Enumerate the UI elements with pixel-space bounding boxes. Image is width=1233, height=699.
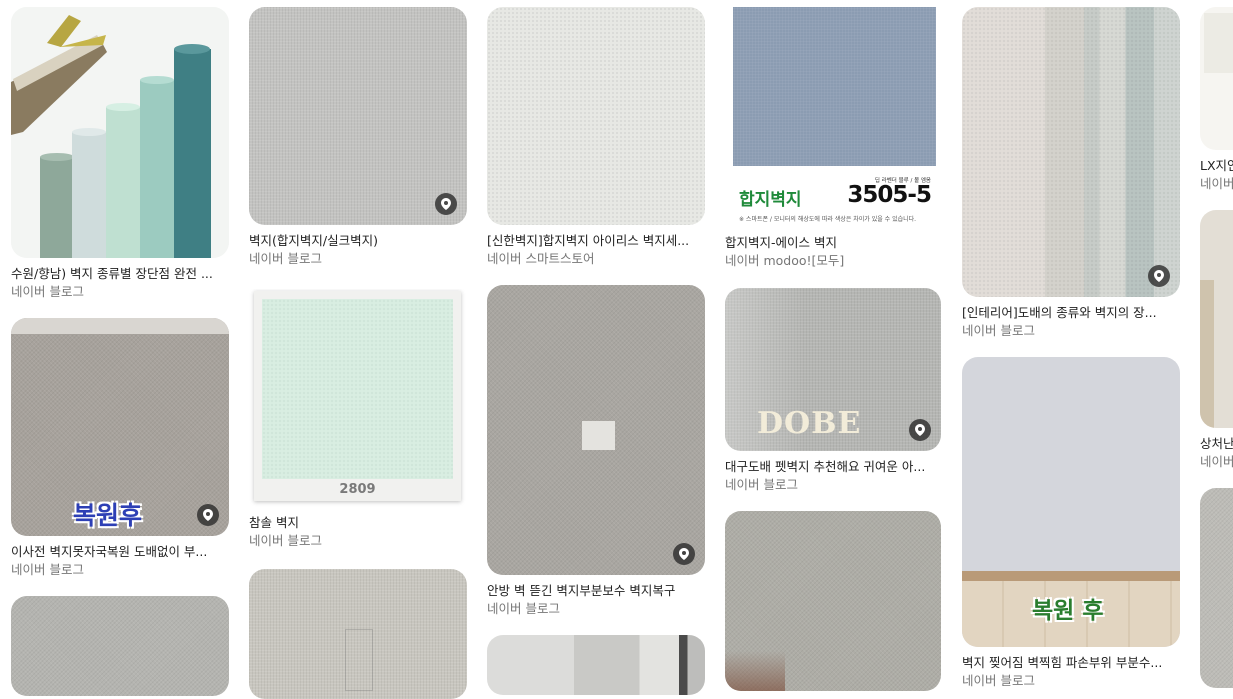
result-image[interactable] bbox=[11, 596, 229, 696]
result-card-2[interactable]: 벽지(합지벽지/실크벽지) 네이버 블로그 bbox=[249, 7, 467, 267]
wallpaper-rolls-illustration bbox=[11, 7, 229, 258]
window-frame bbox=[1200, 280, 1214, 428]
patch-outline bbox=[345, 629, 373, 691]
result-card-12[interactable]: 상처난... 네이버... bbox=[1200, 210, 1233, 470]
result-source[interactable]: 네이버 블로그 bbox=[487, 601, 705, 617]
swatch-frame: 2809 bbox=[254, 291, 461, 501]
result-source[interactable]: 네이버... bbox=[1200, 176, 1233, 192]
result-title[interactable]: 수원/향남) 벽지 종류별 장단점 완전 ... bbox=[11, 266, 229, 282]
overlay-text-restored: 복원 후 bbox=[1032, 598, 1104, 624]
swatch-blue bbox=[733, 7, 936, 166]
result-title[interactable]: LX지인... bbox=[1200, 158, 1233, 174]
result-card-5[interactable]: [인테리어]도배의 종류와 벽지의 장... 네이버 블로그 bbox=[962, 7, 1180, 339]
result-card-13[interactable] bbox=[11, 596, 229, 696]
product-code: 3505-5 bbox=[847, 182, 932, 208]
result-image[interactable]: 2809 bbox=[249, 289, 467, 507]
hand-shadow bbox=[725, 651, 785, 691]
map-pin-icon[interactable] bbox=[197, 504, 219, 526]
result-source[interactable]: 네이버... bbox=[1200, 454, 1233, 470]
ceiling-strip bbox=[11, 318, 229, 334]
result-image[interactable] bbox=[725, 511, 941, 691]
result-card-15[interactable] bbox=[487, 635, 705, 695]
result-image[interactable] bbox=[249, 7, 467, 225]
result-image[interactable] bbox=[487, 285, 705, 575]
result-card-14[interactable] bbox=[249, 569, 467, 699]
map-pin-icon[interactable] bbox=[435, 193, 457, 215]
result-source[interactable]: 네이버 블로그 bbox=[962, 323, 1180, 339]
result-image[interactable] bbox=[487, 7, 705, 225]
swatch-mint bbox=[262, 299, 453, 479]
result-source[interactable]: 네이버 블로그 bbox=[11, 284, 229, 300]
result-card-11[interactable]: 복원 후 벽지 찢어짐 벽찍힘 파손부위 부분수... 네이버 블로그 bbox=[962, 357, 1180, 689]
result-image[interactable] bbox=[249, 569, 467, 699]
result-source[interactable]: 네이버 블로그 bbox=[725, 477, 941, 493]
result-card-7[interactable]: 복원후 이사전 벽지못자국복원 도배없이 부... 네이버 블로그 bbox=[11, 318, 229, 578]
map-pin-icon[interactable] bbox=[909, 419, 931, 441]
strip-texture bbox=[962, 7, 1180, 297]
color-note: ※ 스마트폰 / 모니터의 해상도에 따라 색상은 차이가 있을 수 있습니다. bbox=[739, 216, 917, 223]
result-card-4[interactable]: 딥 라벤더 블루 / 볼 엠옴 합지벽지 3505-5 ※ 스마트폰 / 모니터… bbox=[725, 7, 941, 269]
result-source[interactable]: 네이버 블로그 bbox=[249, 251, 467, 267]
result-source[interactable]: 네이버 블로그 bbox=[962, 673, 1180, 689]
result-title[interactable]: 상처난... bbox=[1200, 436, 1233, 452]
result-source[interactable]: 네이버 modoo![모두] bbox=[725, 253, 941, 269]
result-image[interactable] bbox=[487, 635, 705, 695]
result-image[interactable]: 딥 라벤더 블루 / 볼 엠옴 합지벽지 3505-5 ※ 스마트폰 / 모니터… bbox=[725, 7, 941, 227]
brand-label: 합지벽지 bbox=[739, 190, 802, 210]
result-card-8[interactable]: 2809 참솔 벽지 네이버 블로그 bbox=[249, 289, 467, 549]
result-card-16[interactable] bbox=[725, 511, 941, 691]
baseboard bbox=[962, 571, 1180, 581]
result-title[interactable]: 참솔 벽지 bbox=[249, 515, 467, 531]
swatch-code: 2809 bbox=[339, 482, 376, 497]
result-image[interactable]: 복원 후 bbox=[962, 357, 1180, 647]
result-image[interactable] bbox=[1200, 210, 1233, 428]
wall-texture bbox=[1200, 488, 1233, 688]
map-pin-icon[interactable] bbox=[673, 543, 695, 565]
wall-stripes bbox=[487, 635, 705, 695]
result-image[interactable] bbox=[1200, 7, 1233, 150]
result-image[interactable] bbox=[11, 7, 229, 258]
result-title[interactable]: [인테리어]도배의 종류와 벽지의 장... bbox=[962, 305, 1180, 321]
result-source[interactable]: 네이버 블로그 bbox=[249, 533, 467, 549]
result-title[interactable]: 안방 벽 뜯긴 벽지부분보수 벽지복구 bbox=[487, 583, 705, 599]
result-title[interactable]: [신한벽지]합지벽지 아이리스 벽지세... bbox=[487, 233, 705, 249]
result-card-9[interactable]: 안방 벽 뜯긴 벽지부분보수 벽지복구 네이버 블로그 bbox=[487, 285, 705, 617]
result-source[interactable]: 네이버 스마트스토어 bbox=[487, 251, 705, 267]
sample-sheet bbox=[1204, 13, 1233, 73]
result-title[interactable]: 합지벽지-에이스 벽지 bbox=[725, 235, 941, 251]
wall-texture bbox=[11, 596, 229, 696]
result-title[interactable]: 대구도배 펫벽지 추천해요 귀여운 아... bbox=[725, 459, 941, 475]
map-pin-icon[interactable] bbox=[1148, 265, 1170, 287]
dobe-logo: DOBE bbox=[757, 406, 862, 441]
patch-square bbox=[582, 421, 615, 450]
result-card-1[interactable]: 수원/향남) 벽지 종류별 장단점 완전 ... 네이버 블로그 bbox=[11, 7, 229, 300]
result-title[interactable]: 벽지(합지벽지/실크벽지) bbox=[249, 233, 467, 249]
result-card-17[interactable] bbox=[1200, 488, 1233, 688]
result-image[interactable]: 복원후 bbox=[11, 318, 229, 536]
wall-texture bbox=[487, 7, 705, 225]
result-image[interactable] bbox=[1200, 488, 1233, 688]
result-card-3[interactable]: [신한벽지]합지벽지 아이리스 벽지세... 네이버 스마트스토어 bbox=[487, 7, 705, 267]
result-title[interactable]: 이사전 벽지못자국복원 도배없이 부... bbox=[11, 544, 229, 560]
result-image[interactable] bbox=[962, 7, 1180, 297]
result-source[interactable]: 네이버 블로그 bbox=[11, 562, 229, 578]
result-card-6[interactable]: LX지인... 네이버... bbox=[1200, 7, 1233, 192]
result-card-10[interactable]: DOBE 대구도배 펫벽지 추천해요 귀여운 아... 네이버 블로그 bbox=[725, 288, 941, 493]
result-title[interactable]: 벽지 찢어짐 벽찍힘 파손부위 부분수... bbox=[962, 655, 1180, 671]
overlay-text-restored: 복원후 bbox=[73, 501, 143, 530]
wall-texture bbox=[249, 7, 467, 225]
result-image[interactable]: DOBE bbox=[725, 288, 941, 451]
